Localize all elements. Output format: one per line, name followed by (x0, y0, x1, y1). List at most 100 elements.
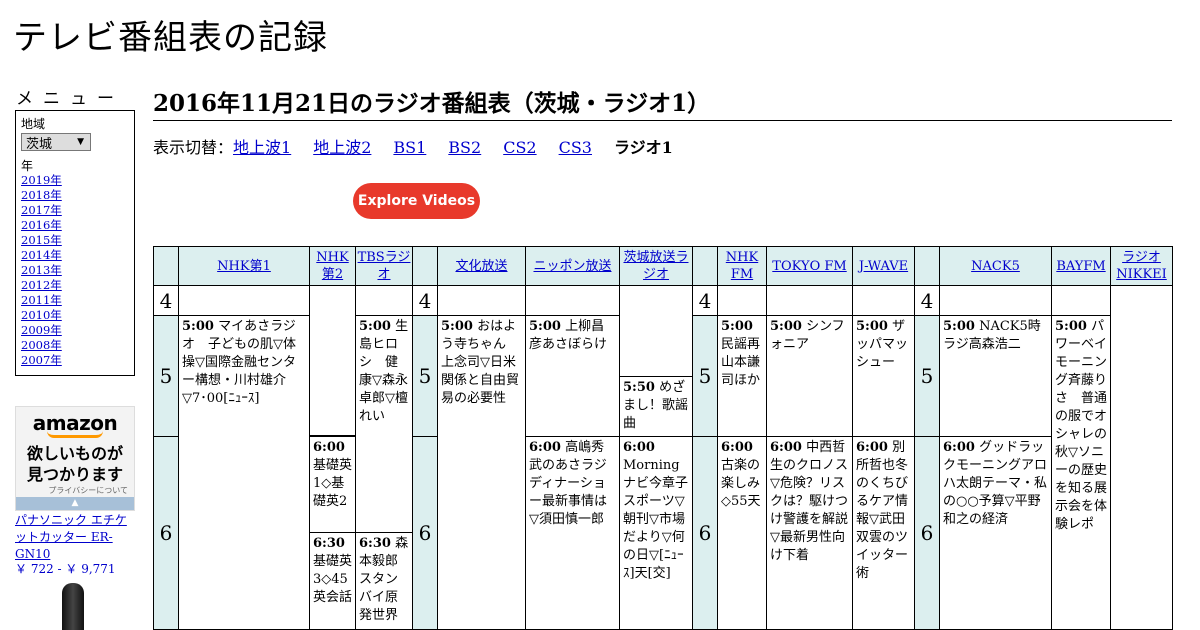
year-link[interactable]: 2007年 (21, 353, 129, 368)
switch-link-terrestrial1[interactable]: 地上波1 (233, 138, 291, 157)
program-title: 生島ヒロシ 健康▽森永卓郎▽檀れい (359, 319, 409, 424)
program-time: 5:00 (441, 319, 473, 334)
program-cell[interactable]: 6:00 高嶋秀武のあさラジディナーショー最新事情は▽須田慎一郎 (525, 436, 620, 630)
product-link[interactable]: パナソニック エチケットカッター ER-GN10 (15, 512, 135, 563)
switch-link-bs1[interactable]: BS1 (393, 138, 426, 157)
program-cell-empty (525, 285, 620, 316)
program-cell-empty (178, 285, 310, 316)
station-link-nhk1[interactable]: NHK第1 (217, 258, 271, 275)
station-header: ニッポン放送 (525, 246, 620, 286)
station-header: BAYFM (1051, 246, 1111, 286)
station-link-tokyofm[interactable]: TOKYO FM (772, 258, 846, 275)
year-link[interactable]: 2014年 (21, 248, 129, 263)
program-cell[interactable]: 6:00 別所哲也冬のくちびるケア情報▽武田双雲のツイッター術 (852, 436, 915, 630)
hour-cell: 4 (412, 285, 438, 316)
corner-cell (412, 246, 438, 286)
program-title: パワーベイモーニング斉藤りさ 普通の服でオシャレの秋▽ソニーの歴史を知る展示会を… (1055, 319, 1108, 532)
program-cell[interactable]: 6:00 中西哲生のクロノス▽危険？リスクは？駆けつけ警護を解説▽最新男性向け下… (766, 436, 853, 630)
program-cell[interactable]: 5:00 ザッパマッシュー (852, 315, 915, 437)
year-link[interactable]: 2009年 (21, 323, 129, 338)
ad-tagline-line: 見つかります (26, 465, 123, 484)
program-cell-empty (1051, 285, 1111, 316)
program-time: 5:00 (182, 319, 214, 334)
hour-cell: 5 (692, 315, 718, 437)
year-link[interactable]: 2019年 (21, 173, 129, 188)
program-cell[interactable]: 5:00 民謡再山本謙司ほか (717, 315, 767, 437)
station-header: J-WAVE (852, 246, 915, 286)
program-cell-empty (309, 285, 356, 436)
program-cell[interactable]: 6:30 森本毅郎スタンバイ原発世界 (355, 532, 413, 630)
station-link-nhk2[interactable]: NHK第2 (311, 249, 354, 283)
amazon-ad-banner[interactable]: amazon 欲しいものが 見つかります プライバシーについて ▲ (15, 406, 135, 511)
hour-cell: 5 (914, 315, 940, 437)
year-link[interactable]: 2010年 (21, 308, 129, 323)
year-link[interactable]: 2013年 (21, 263, 129, 278)
station-link-ibaraki[interactable]: 茨城放送ラジオ (621, 249, 691, 283)
year-link[interactable]: 2017年 (21, 203, 129, 218)
year-link[interactable]: 2016年 (21, 218, 129, 233)
hour-cell: 6 (153, 436, 179, 630)
program-cell[interactable]: 6:00 グッドラックモーニングアロハ太朗テーマ・私の○○予算▽平野和之の経済 (939, 436, 1052, 630)
program-cell[interactable]: 6:00 基礎英1◇基礎英2 (309, 436, 356, 533)
year-label: 年 (21, 159, 34, 173)
program-cell[interactable]: 5:00 NACK5時ラジ高森浩二 (939, 315, 1052, 437)
program-time: 5:00 (1055, 319, 1087, 334)
hour-cell: 6 (914, 436, 940, 630)
station-link-nack5[interactable]: NACK5 (971, 258, 1020, 275)
program-cell[interactable]: 5:00 生島ヒロシ 健康▽森永卓郎▽檀れい (355, 315, 413, 533)
program-cell[interactable]: 5:00 マイあさラジオ 子どもの肌▽体操▽国際金融センター構想・川村雄介▽7･… (178, 315, 310, 630)
explore-videos-button[interactable]: Explore Videos (353, 183, 480, 219)
program-cell[interactable]: 5:00 パワーベイモーニング斉藤りさ 普通の服でオシャレの秋▽ソニーの歴史を知… (1051, 315, 1111, 630)
program-time: 6:00 (313, 440, 345, 455)
program-time: 6:30 (313, 536, 345, 551)
station-link-nippon[interactable]: ニッポン放送 (533, 258, 611, 275)
product-price: ￥ 722 - ￥ 9,771 (15, 562, 116, 576)
program-title: 基礎英1◇基礎英2 (313, 458, 353, 509)
corner-cell (153, 246, 179, 286)
station-link-nhkfm[interactable]: NHK FM (719, 249, 765, 283)
station-link-nikkei[interactable]: ラジオNIKKEI (1112, 249, 1171, 283)
switch-current-radio1: ラジオ1 (613, 138, 673, 157)
region-select[interactable]: 茨城 ▼ (21, 133, 91, 152)
ad-privacy-link[interactable]: プライバシーについて (16, 485, 134, 496)
region-select-value: 茨城 (26, 136, 53, 152)
menu-box: 地域 茨城 ▼ 年 2019年 2018年 2017年 2016年 2015年 … (15, 110, 135, 376)
switch-link-cs2[interactable]: CS2 (503, 138, 536, 157)
ad-expand-icon[interactable]: ▲ (16, 497, 134, 510)
program-cell[interactable]: 6:00 Morningナビ今章子 スポーツ▽朝刊▽市場だより▽何の日▽[ﾆｭｰ… (619, 436, 693, 630)
station-header: 茨城放送ラジオ (619, 246, 693, 286)
year-link[interactable]: 2018年 (21, 188, 129, 203)
program-cell[interactable]: 6:00 古楽の楽しみ◇55天 (717, 436, 767, 630)
corner-cell (914, 246, 940, 286)
program-cell[interactable]: 5:00 シンフォニア (766, 315, 853, 437)
ad-tagline: 欲しいものが 見つかります (16, 443, 134, 485)
station-link-bayfm[interactable]: BAYFM (1056, 258, 1105, 275)
program-cell[interactable]: 5:00 上柳昌彦あさぼらけ (525, 315, 620, 437)
program-cell[interactable]: 5:50 めざまし！歌謡曲 (619, 376, 693, 437)
switch-link-bs2[interactable]: BS2 (448, 138, 481, 157)
program-time: 5:00 (359, 319, 391, 334)
program-time: 5:00 (770, 319, 802, 334)
program-cell-empty (766, 285, 853, 316)
program-cell[interactable]: 6:30 基礎英3◇45英会話 (309, 532, 356, 630)
program-title: 中西哲生のクロノス▽危険？リスクは？駆けつけ警護を解説▽最新男性向け下着 (770, 440, 849, 563)
program-time: 5:00 (943, 319, 975, 334)
station-link-jwave[interactable]: J-WAVE (859, 258, 908, 275)
program-time: 5:50 (623, 380, 655, 395)
corner-cell (692, 246, 718, 286)
year-link[interactable]: 2011年 (21, 293, 129, 308)
year-link[interactable]: 2015年 (21, 233, 129, 248)
menu-title: メニュー (16, 89, 124, 109)
switch-link-terrestrial2[interactable]: 地上波2 (313, 138, 371, 157)
station-header: TBSラジオ (355, 246, 413, 286)
year-link[interactable]: 2012年 (21, 278, 129, 293)
product-image[interactable] (62, 583, 84, 630)
station-header: NACK5 (939, 246, 1052, 286)
hour-cell: 4 (153, 285, 179, 316)
program-cell-empty (852, 285, 915, 316)
program-cell[interactable]: 5:00 おはよう寺ちゃん 上念司▽日米関係と自由貿易の必要性 (437, 315, 526, 630)
station-link-bunka[interactable]: 文化放送 (455, 258, 507, 275)
year-link[interactable]: 2008年 (21, 338, 129, 353)
switch-link-cs3[interactable]: CS3 (559, 138, 592, 157)
station-link-tbs[interactable]: TBSラジオ (357, 249, 411, 283)
